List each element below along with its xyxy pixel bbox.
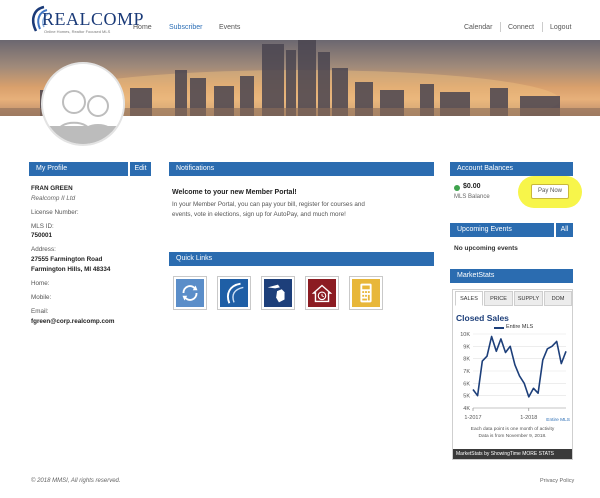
balance-label: MLS Balance [454,194,490,200]
refresh-arrows-glyph [176,279,204,307]
marketstats-header: MarketStats [450,269,573,283]
tab-sales[interactable]: SALES [455,291,483,306]
chart-series-link[interactable]: Entire MLS [453,418,572,423]
chart-title: Closed Sales [456,313,509,323]
license-label: License Number: [31,209,79,216]
more-stats-bar[interactable]: MarketStats by ShowingTime MORE STATS [453,449,572,459]
notification-body: In your Member Portal, you can pay your … [172,201,365,218]
nav-divider [542,22,543,32]
balance-amount: $0.00 [463,183,481,190]
swoosh-icon[interactable] [217,276,251,310]
chart-note-line2: Data is from November 9, 2018. [478,434,547,439]
copyright-text: © 2018 MMSI, All rights reserved. [31,478,121,484]
y-tick-label: 5K [463,394,470,400]
chart-note-line1: Each data point is one month of activity [470,427,555,432]
address-city: Farmington Hills, MI 48334 [31,266,111,273]
pay-now-button[interactable]: Pay Now [531,184,569,199]
status-dot-icon [454,185,460,191]
balances-heading: Account Balances [457,165,514,172]
mls-id-label: MLS ID: [31,223,54,230]
marketstats-heading: MarketStats [457,272,495,279]
nav-calendar[interactable]: Calendar [464,24,492,31]
house-clock-glyph [308,279,336,307]
refresh-arrows-icon[interactable] [173,276,207,310]
logo-text: REALCOMP [42,9,145,29]
email-label: Email: [31,308,49,315]
y-tick-label: 6K [463,381,470,387]
balances-header: Account Balances [450,162,573,176]
avatar [41,62,125,146]
tab-supply[interactable]: SUPPLY [514,291,543,306]
more-stats-text: MarketStats by ShowingTime MORE STATS [456,451,554,457]
y-tick-label: 4K [463,406,470,412]
house-clock-icon[interactable] [305,276,339,310]
email-value[interactable]: fgreen@corp.realcomp.com [31,318,114,325]
closed-sales-chart: 4K5K6K7K8K9K10K1-2017 1-2018 [460,332,567,421]
events-heading: Upcoming Events [457,226,512,233]
nav-connect[interactable]: Connect [508,24,534,31]
site-header: REALCOMP Online Homes, Realtor Focused M… [0,0,600,40]
y-tick-label: 10K [460,332,470,338]
quick-links-header: Quick Links [169,252,434,266]
edit-profile-button[interactable]: Edit [128,162,151,176]
calculator-icon[interactable] [349,276,383,310]
mobile-phone-label: Mobile: [31,294,52,301]
tab-dom[interactable]: DOM [544,291,572,306]
profile-company: Realcomp II Ltd [31,195,76,202]
realcomp-logo[interactable]: REALCOMP Online Homes, Realtor Focused M… [28,5,144,37]
series-line-entire-mls [472,335,567,398]
nav-subscriber[interactable]: Subscriber [169,24,202,31]
address-label: Address: [31,246,56,253]
profile-name: FRAN GREEN [31,185,73,192]
logo-tagline: Online Homes, Realtor Focused MLS [44,29,111,34]
address-street: 27555 Farmington Road [31,256,103,263]
swoosh-glyph [220,279,248,307]
privacy-policy-link[interactable]: Privacy Policy [540,478,574,484]
calculator-glyph [352,279,380,307]
legend-swatch [494,327,504,329]
y-tick-label: 8K [463,357,470,363]
all-events-button[interactable]: All [554,223,573,237]
tab-price[interactable]: PRICE [484,291,513,306]
notification-title: Welcome to your new Member Portal! [172,189,297,196]
michigan-map-icon[interactable] [261,276,295,310]
nav-events[interactable]: Events [219,24,240,31]
profile-heading: My Profile [36,165,68,172]
y-tick-label: 9K [463,344,470,350]
home-phone-label: Home: [31,280,50,287]
no-events-text: No upcoming events [454,245,518,252]
y-tick-label: 7K [463,369,470,375]
mls-id-value: 750001 [31,232,53,239]
michigan-map-glyph [264,279,292,307]
notifications-header: Notifications [169,162,434,176]
notifications-heading: Notifications [176,165,215,172]
quick-links-heading: Quick Links [176,255,213,262]
nav-logout[interactable]: Logout [550,24,571,31]
people-silhouette-icon [43,66,123,144]
nav-home[interactable]: Home [133,24,152,31]
nav-divider [500,22,501,32]
